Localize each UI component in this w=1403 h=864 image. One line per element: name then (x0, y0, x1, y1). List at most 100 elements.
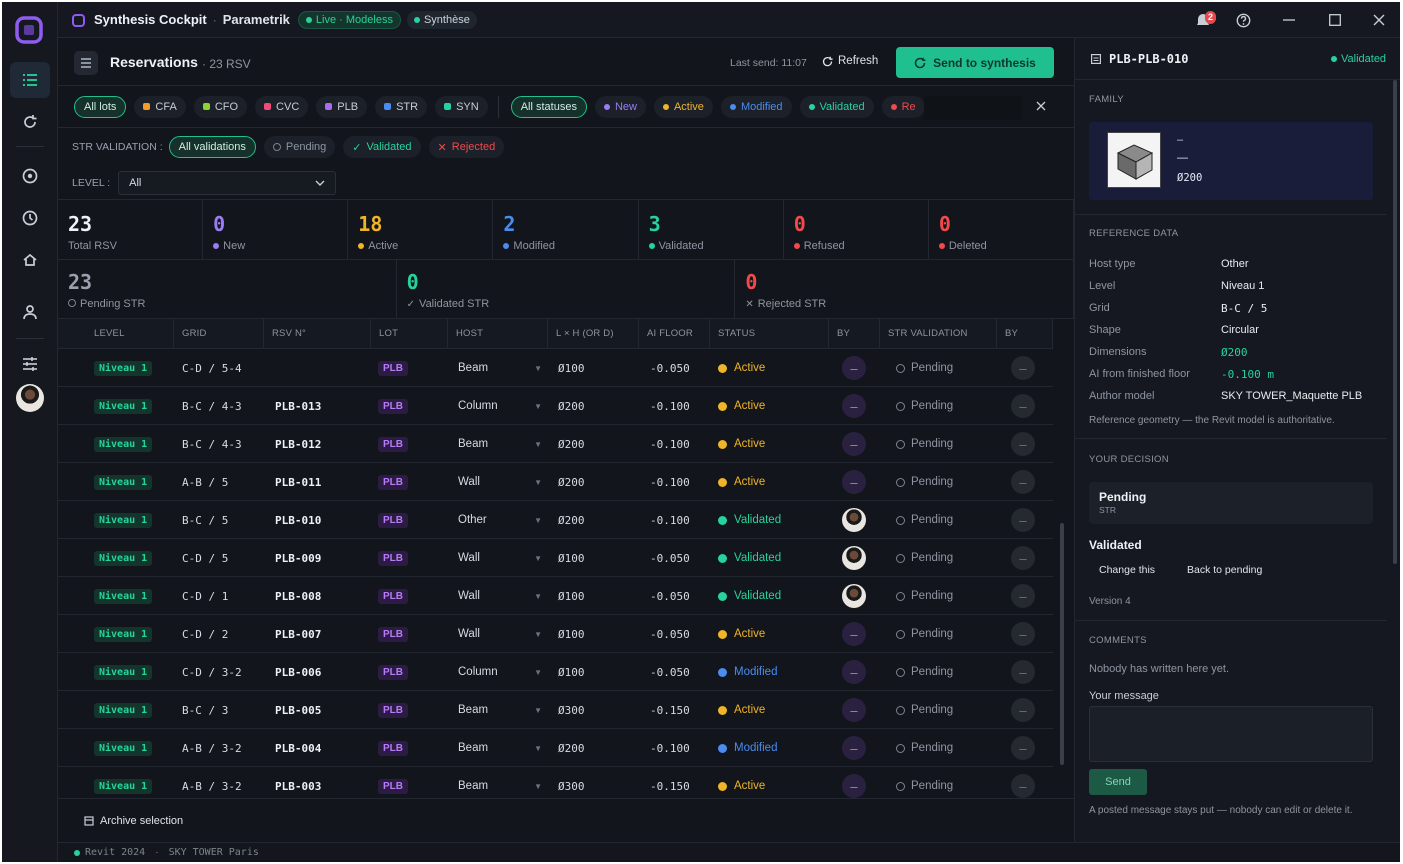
column-header-6[interactable]: AI FLOOR (639, 319, 710, 349)
str-user-icon[interactable]: – (1011, 622, 1035, 646)
column-header-10[interactable]: BY (997, 319, 1053, 349)
host-select[interactable]: Wall ▼ (458, 463, 542, 501)
assign-user-icon[interactable]: – (842, 736, 866, 760)
column-header-7[interactable]: STATUS (710, 319, 829, 349)
column-header-3[interactable]: LOT (371, 319, 448, 349)
status-filter-new[interactable]: New (594, 95, 646, 118)
clear-filters-icon[interactable] (1036, 100, 1046, 114)
export-icon[interactable] (10, 242, 50, 278)
table-row[interactable]: Niveau 1 A-B / 3-2 PLB-003 PLB Beam ▼ Ø300 -0.1… (58, 767, 1053, 798)
send-comment-button[interactable]: Send (1089, 769, 1147, 795)
table-row[interactable]: Niveau 1 C-D / 5 PLB-009 PLB Wall ▼ Ø100 -0.050… (58, 539, 1053, 577)
status-filter-validated[interactable]: Validated (799, 95, 874, 118)
assign-user-icon[interactable]: – (842, 432, 866, 456)
user-icon[interactable] (10, 294, 50, 330)
table-row[interactable]: Niveau 1 C-D / 3-2 PLB-006 PLB Column ▼ Ø100 -0… (58, 653, 1053, 691)
host-select[interactable]: Beam ▼ (458, 691, 542, 729)
table-row[interactable]: Niveau 1 B-C / 3 PLB-005 PLB Beam ▼ Ø300 -0.150… (58, 691, 1053, 729)
host-select[interactable]: Other ▼ (458, 501, 542, 539)
str-user-icon[interactable]: – (1011, 660, 1035, 684)
status-filter-active[interactable]: Active (653, 95, 713, 118)
host-select[interactable]: Column ▼ (458, 387, 542, 425)
host-select[interactable]: Beam ▼ (458, 767, 542, 798)
lot-filter-plb[interactable]: PLB (316, 95, 368, 118)
minimize-icon[interactable] (1266, 2, 1312, 38)
table-row[interactable]: Niveau 1 C-D / 1 PLB-008 PLB Wall ▼ Ø100 -0.050… (58, 577, 1053, 615)
user-avatar[interactable] (16, 384, 44, 412)
archive-selection-button[interactable]: Archive selection (58, 798, 1074, 842)
str-user-icon[interactable]: – (1011, 774, 1035, 798)
str-user-icon[interactable]: – (1011, 584, 1035, 608)
assign-user-icon[interactable]: – (842, 470, 866, 494)
host-select[interactable]: Beam ▼ (458, 425, 542, 463)
str-user-icon[interactable]: – (1011, 356, 1035, 380)
table-row[interactable]: Niveau 1 C-D / 5-4 PLB Beam ▼ Ø100 -0.050 Activ… (58, 349, 1053, 387)
column-header-9[interactable]: STR VALIDATION (880, 319, 997, 349)
status-filter-all-statuses[interactable]: All statuses (510, 95, 587, 118)
assign-user-icon[interactable]: – (842, 774, 866, 798)
str-user-icon[interactable]: – (1011, 698, 1035, 722)
lot-filter-all-lots[interactable]: All lots (74, 95, 127, 118)
table-row[interactable]: Niveau 1 B-C / 4-3 PLB-013 PLB Column ▼ Ø200 -0… (58, 387, 1053, 425)
column-header-4[interactable]: HOST (448, 319, 548, 349)
change-this-button[interactable]: Change this (1099, 564, 1155, 576)
lot-filter-cvc[interactable]: CVC (255, 95, 309, 118)
str-filter-validated[interactable]: ✓ Validated (343, 136, 421, 158)
assign-user-icon[interactable]: – (842, 660, 866, 684)
host-select[interactable]: Wall ▼ (458, 539, 542, 577)
lot-filter-str[interactable]: STR (375, 95, 428, 118)
maximize-icon[interactable] (1312, 2, 1358, 38)
table-row[interactable]: Niveau 1 C-D / 2 PLB-007 PLB Wall ▼ Ø100 -0.050… (58, 615, 1053, 653)
host-select[interactable]: Beam ▼ (458, 729, 542, 767)
str-validation-filter: STR VALIDATION : All validations Pending… (58, 128, 1074, 166)
lot-filter-cfo[interactable]: CFO (193, 95, 248, 118)
column-header-2[interactable]: RSV N° (264, 319, 371, 349)
grid-cell: C-D / 2 (182, 627, 229, 641)
assign-user-icon[interactable]: – (842, 394, 866, 418)
close-icon[interactable] (1356, 2, 1400, 38)
str-user-icon[interactable]: – (1011, 508, 1035, 532)
column-header-1[interactable]: GRID (174, 319, 264, 349)
clock-icon[interactable] (10, 200, 50, 236)
host-select[interactable]: Wall ▼ (458, 577, 542, 615)
table-row[interactable]: Niveau 1 B-C / 4-3 PLB-012 PLB Beam ▼ Ø200 -0.1… (58, 425, 1053, 463)
str-user-icon[interactable]: – (1011, 394, 1035, 418)
column-header-0[interactable]: LEVEL (86, 319, 174, 349)
level-select[interactable]: All (118, 170, 337, 195)
message-textarea[interactable] (1089, 706, 1373, 762)
host-select[interactable]: Column ▼ (458, 653, 542, 691)
sliders-icon[interactable] (10, 346, 50, 382)
assign-user-icon[interactable]: – (842, 622, 866, 646)
lot-filter-cfa[interactable]: CFA (134, 95, 186, 118)
str-user-icon[interactable]: – (1011, 546, 1035, 570)
lot-filter-syn[interactable]: SYN (435, 95, 488, 118)
column-header-5[interactable]: L × H (or D) (548, 319, 639, 349)
str-user-icon[interactable]: – (1011, 432, 1035, 456)
filter-search-input[interactable] (924, 96, 1022, 120)
back-to-pending-button[interactable]: Back to pending (1187, 564, 1262, 576)
panel-scrollbar[interactable] (1393, 80, 1397, 564)
str-filter-pending[interactable]: Pending (263, 136, 336, 158)
table-row[interactable]: Niveau 1 A-B / 5 PLB-011 PLB Wall ▼ Ø200 -0.100… (58, 463, 1053, 501)
assign-user-icon[interactable]: – (842, 698, 866, 722)
send-to-synthesis-button[interactable]: Send to synthesis (896, 47, 1054, 78)
table-row[interactable]: Niveau 1 A-B / 3-2 PLB-004 PLB Beam ▼ Ø200 -0.1… (58, 729, 1053, 767)
list-icon[interactable] (10, 62, 50, 98)
sync-icon[interactable] (10, 104, 50, 140)
assign-user-icon[interactable]: – (842, 356, 866, 380)
column-header-8[interactable]: BY (829, 319, 880, 349)
table-row[interactable]: Niveau 1 B-C / 5 PLB-010 PLB Other ▼ Ø200 -0.10… (58, 501, 1053, 539)
str-user-icon[interactable]: – (1011, 470, 1035, 494)
str-user-icon[interactable]: – (1011, 736, 1035, 760)
table-scrollbar[interactable] (1060, 523, 1064, 765)
host-select[interactable]: Wall ▼ (458, 615, 542, 653)
refresh-button[interactable]: Refresh (822, 55, 878, 67)
str-filter-all[interactable]: All validations (168, 136, 256, 158)
help-icon[interactable] (1220, 2, 1266, 38)
ai-floor-cell: -0.100 (650, 741, 690, 755)
aperture-icon[interactable] (10, 158, 50, 194)
status-filter-modified[interactable]: Modified (720, 95, 792, 118)
str-filter-rejected[interactable]: ✕ Rejected (428, 136, 505, 158)
status-filter-re[interactable]: Re (881, 95, 925, 118)
host-select[interactable]: Beam ▼ (458, 349, 542, 387)
